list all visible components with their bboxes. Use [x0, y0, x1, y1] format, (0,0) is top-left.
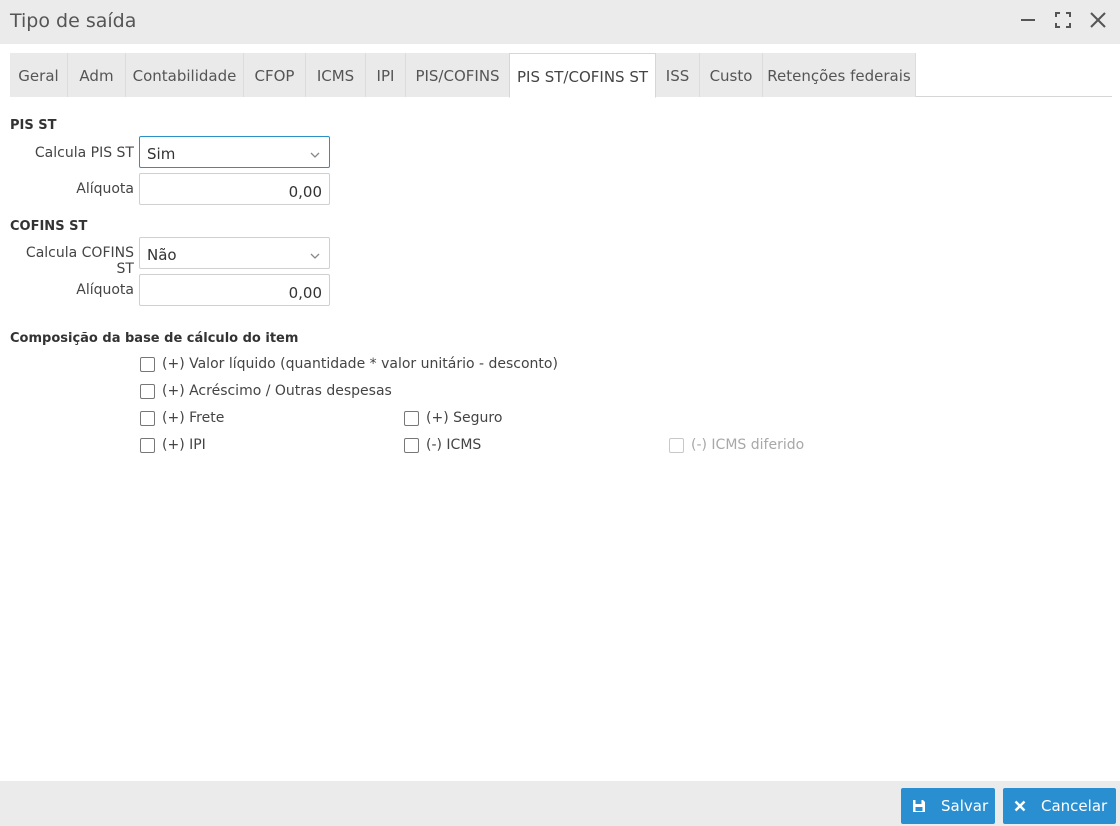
section-pis-st: PIS ST: [10, 118, 57, 133]
checkbox-box[interactable]: [140, 410, 155, 426]
checkbox-icms-diferido: (-) ICMS diferido: [669, 436, 804, 454]
calcula-cofins-st-select[interactable]: Não: [139, 237, 330, 269]
close-icon[interactable]: [1088, 10, 1108, 30]
checkbox-frete[interactable]: (+) Frete: [140, 409, 224, 427]
checkbox-icms[interactable]: (-) ICMS: [404, 436, 481, 454]
window-title: Tipo de saída: [10, 10, 137, 32]
save-button[interactable]: Salvar: [901, 788, 995, 824]
checkbox-box[interactable]: [404, 410, 419, 426]
checkbox-valor-liquido[interactable]: (+) Valor líquido (quantidade * valor un…: [140, 355, 558, 373]
tab-icms[interactable]: ICMS: [306, 53, 366, 97]
tab-retencoes-federais[interactable]: Retenções federais: [763, 53, 916, 97]
cancel-label: Cancelar: [1041, 797, 1108, 815]
checkbox-label: (-) ICMS diferido: [691, 437, 805, 453]
checkbox-label: (+) Seguro: [426, 410, 503, 426]
checkbox-label: (-) ICMS: [426, 437, 482, 453]
section-composicao: Composição da base de cálculo do item: [10, 331, 299, 346]
aliquota-pis-st-label: Alíquota: [76, 181, 134, 197]
save-icon: [912, 799, 926, 813]
tab-geral[interactable]: Geral: [10, 53, 68, 97]
checkbox-box[interactable]: [140, 356, 155, 372]
checkbox-box[interactable]: [404, 437, 419, 453]
checkbox-label: (+) Acréscimo / Outras despesas: [162, 383, 392, 399]
maximize-icon[interactable]: [1053, 10, 1073, 30]
calcula-cofins-st-label: Calcula COFINS ST: [25, 245, 134, 277]
checkbox-box[interactable]: [140, 383, 155, 399]
chevron-down-icon: [309, 248, 321, 266]
calcula-cofins-st-value: Não: [147, 246, 177, 264]
checkbox-seguro[interactable]: (+) Seguro: [404, 409, 502, 427]
tab-custo[interactable]: Custo: [700, 53, 763, 97]
tab-adm[interactable]: Adm: [68, 53, 126, 97]
tab-iss[interactable]: ISS: [656, 53, 700, 97]
checkbox-label: (+) Frete: [162, 410, 225, 426]
close-icon: [1014, 800, 1026, 812]
checkbox-box: [669, 437, 684, 453]
section-cofins-st: COFINS ST: [10, 219, 88, 234]
tab-pis-st-cofins-st[interactable]: PIS ST/COFINS ST: [509, 53, 656, 98]
tab-contabilidade[interactable]: Contabilidade: [126, 53, 244, 97]
calcula-pis-st-select[interactable]: Sim: [139, 136, 330, 168]
calcula-pis-st-label: Calcula PIS ST: [34, 145, 134, 161]
checkbox-acrescimo[interactable]: (+) Acréscimo / Outras despesas: [140, 382, 392, 400]
minimize-icon[interactable]: [1018, 10, 1038, 30]
cancel-button[interactable]: Cancelar: [1003, 788, 1116, 824]
tab-bar: Geral Adm Contabilidade CFOP ICMS IPI PI…: [10, 53, 1112, 98]
tab-cfop[interactable]: CFOP: [244, 53, 306, 97]
chevron-down-icon: [309, 147, 321, 165]
save-label: Salvar: [941, 797, 989, 815]
calcula-pis-st-value: Sim: [147, 145, 176, 163]
checkbox-label: (+) IPI: [162, 437, 206, 453]
checkbox-box[interactable]: [140, 437, 155, 453]
aliquota-pis-st-input[interactable]: 0,00: [139, 173, 330, 205]
checkbox-ipi[interactable]: (+) IPI: [140, 436, 206, 454]
aliquota-cofins-st-label: Alíquota: [76, 282, 134, 298]
window-titlebar: [0, 0, 1120, 44]
tab-pis-cofins[interactable]: PIS/COFINS: [406, 53, 510, 97]
tab-ipi[interactable]: IPI: [366, 53, 406, 97]
checkbox-label: (+) Valor líquido (quantidade * valor un…: [162, 356, 558, 372]
aliquota-cofins-st-input[interactable]: 0,00: [139, 274, 330, 306]
